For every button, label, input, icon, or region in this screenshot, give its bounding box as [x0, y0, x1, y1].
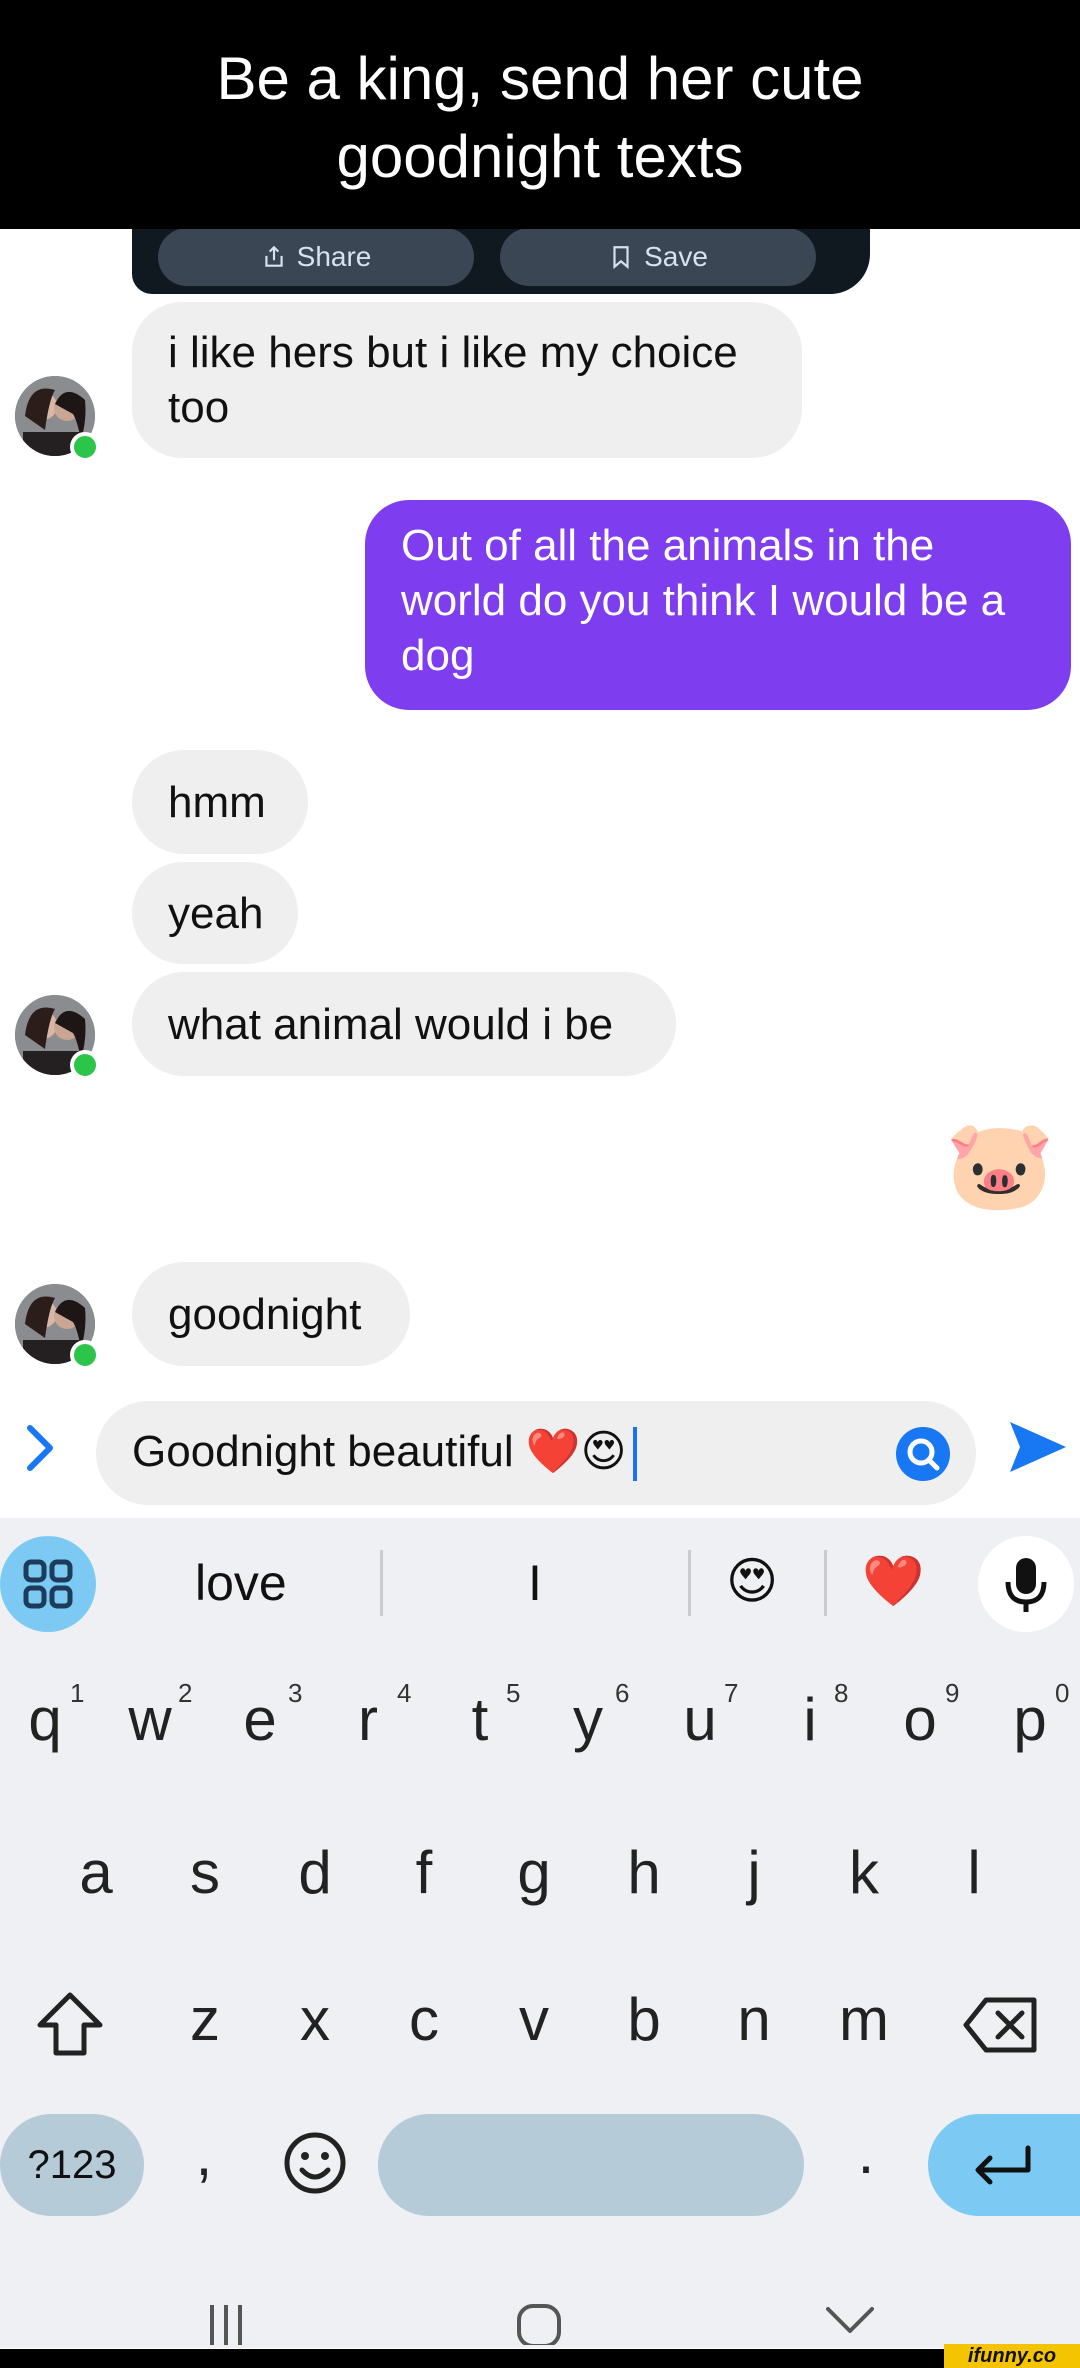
expand-chevron-button[interactable] [22, 1418, 62, 1478]
message-bubble-incoming[interactable]: i like hers but i like my choice too [132, 302, 802, 458]
message-bubble-incoming[interactable]: hmm [132, 750, 308, 854]
grid-icon [23, 1559, 73, 1609]
recents-icon [210, 2305, 242, 2345]
key-w[interactable]: w [110, 1685, 190, 1754]
suggestion-divider [380, 1550, 383, 1616]
online-status-dot [70, 432, 100, 462]
share-label: Share [296, 241, 372, 272]
smiley-icon [284, 2132, 346, 2194]
bookmark-icon [613, 246, 629, 270]
message-bubble-incoming[interactable]: goodnight [132, 1262, 410, 1366]
chevron-right-icon [27, 1425, 53, 1471]
suggestion-emoji[interactable]: 😍 [726, 1552, 778, 1610]
bottom-strip [0, 2349, 1080, 2368]
shift-key[interactable] [30, 1985, 110, 2065]
backspace-icon [963, 1997, 1037, 2053]
keyboard-menu-button[interactable] [0, 1536, 96, 1632]
key-v[interactable]: v [494, 1985, 574, 2054]
suggestion-word[interactable]: love [195, 1554, 287, 1612]
key-b[interactable]: b [604, 1985, 684, 2054]
search-button[interactable] [896, 1427, 950, 1481]
online-status-dot [70, 1050, 100, 1080]
key-h[interactable]: h [604, 1838, 684, 1907]
emoji-key[interactable] [282, 2130, 348, 2196]
key-u[interactable]: u [660, 1685, 740, 1754]
message-input[interactable]: Goodnight beautiful ❤️😍 [96, 1401, 976, 1505]
send-button[interactable] [1004, 1414, 1070, 1480]
back-nav-button[interactable] [826, 2305, 874, 2335]
recents-nav-button[interactable] [204, 2303, 248, 2345]
key-o[interactable]: o [880, 1685, 960, 1754]
message-text-line: too [168, 383, 230, 432]
key-i[interactable]: i [770, 1685, 850, 1754]
key-l[interactable]: l [934, 1838, 1014, 1907]
key-z[interactable]: z [165, 1985, 245, 2054]
key-q[interactable]: q [5, 1685, 85, 1754]
save-button[interactable]: Save [500, 228, 816, 286]
share-button[interactable]: Share [158, 228, 474, 286]
suggestion-divider [824, 1550, 827, 1616]
key-n[interactable]: n [714, 1985, 794, 2054]
keyboard [0, 1518, 1080, 2348]
key-s[interactable]: s [165, 1838, 245, 1907]
key-j[interactable]: j [714, 1838, 794, 1907]
key-x[interactable]: x [275, 1985, 355, 2054]
message-bubble-incoming[interactable]: yeah [132, 862, 298, 964]
suggestion-emoji[interactable]: ❤️ [862, 1552, 924, 1611]
caption-line-2: goodnight texts [336, 123, 744, 190]
search-icon [907, 1438, 940, 1471]
caption-line-1: Be a king, send her cute [216, 45, 864, 112]
save-label: Save [644, 241, 708, 272]
enter-key[interactable] [928, 2114, 1080, 2216]
comma-key[interactable]: , [164, 2120, 244, 2189]
key-y[interactable]: y [548, 1685, 628, 1754]
key-p[interactable]: p [990, 1685, 1070, 1754]
key-e[interactable]: e [220, 1685, 300, 1754]
key-d[interactable]: d [275, 1838, 355, 1907]
symbols-key[interactable]: ?123 [0, 2114, 144, 2216]
chevron-down-icon [826, 2307, 874, 2333]
key-t[interactable]: t [440, 1685, 520, 1754]
shift-icon [37, 1992, 103, 2056]
text-caret [632, 1427, 637, 1482]
meme-caption: Be a king, send her cute goodnight texts [0, 0, 1080, 229]
key-m[interactable]: m [824, 1985, 904, 2054]
period-key[interactable]: . [826, 2118, 906, 2187]
enter-icon [975, 2145, 1031, 2185]
key-k[interactable]: k [824, 1838, 904, 1907]
backspace-key[interactable] [962, 1992, 1042, 2058]
ifunny-watermark: ifunny.co [944, 2344, 1080, 2368]
key-f[interactable]: f [384, 1838, 464, 1907]
voice-input-button[interactable] [978, 1536, 1074, 1632]
share-icon [264, 245, 283, 267]
pig-emoji-message[interactable]: 🐷 [945, 1115, 1055, 1215]
message-text-line: i like hers but i like my choice [168, 328, 738, 377]
home-icon [517, 2304, 561, 2348]
key-c[interactable]: c [384, 1985, 464, 2054]
space-key[interactable] [378, 2114, 804, 2216]
online-status-dot [70, 1340, 100, 1370]
key-r[interactable]: r [328, 1685, 408, 1754]
suggestion-divider [688, 1550, 691, 1616]
message-bubble-incoming[interactable]: what animal would i be [132, 972, 676, 1076]
key-a[interactable]: a [56, 1838, 136, 1907]
suggestion-word[interactable]: I [528, 1554, 542, 1612]
microphone-icon [1005, 1558, 1047, 1612]
message-input-value: Goodnight beautiful ❤️😍 [132, 1427, 627, 1476]
message-bubble-outgoing[interactable]: Out of all the animals in the world do y… [365, 500, 1071, 710]
key-g[interactable]: g [494, 1838, 574, 1907]
home-nav-button[interactable] [516, 2303, 562, 2348]
message-input-text: Goodnight beautiful ❤️😍 [132, 1425, 637, 1482]
send-icon [1010, 1422, 1066, 1472]
